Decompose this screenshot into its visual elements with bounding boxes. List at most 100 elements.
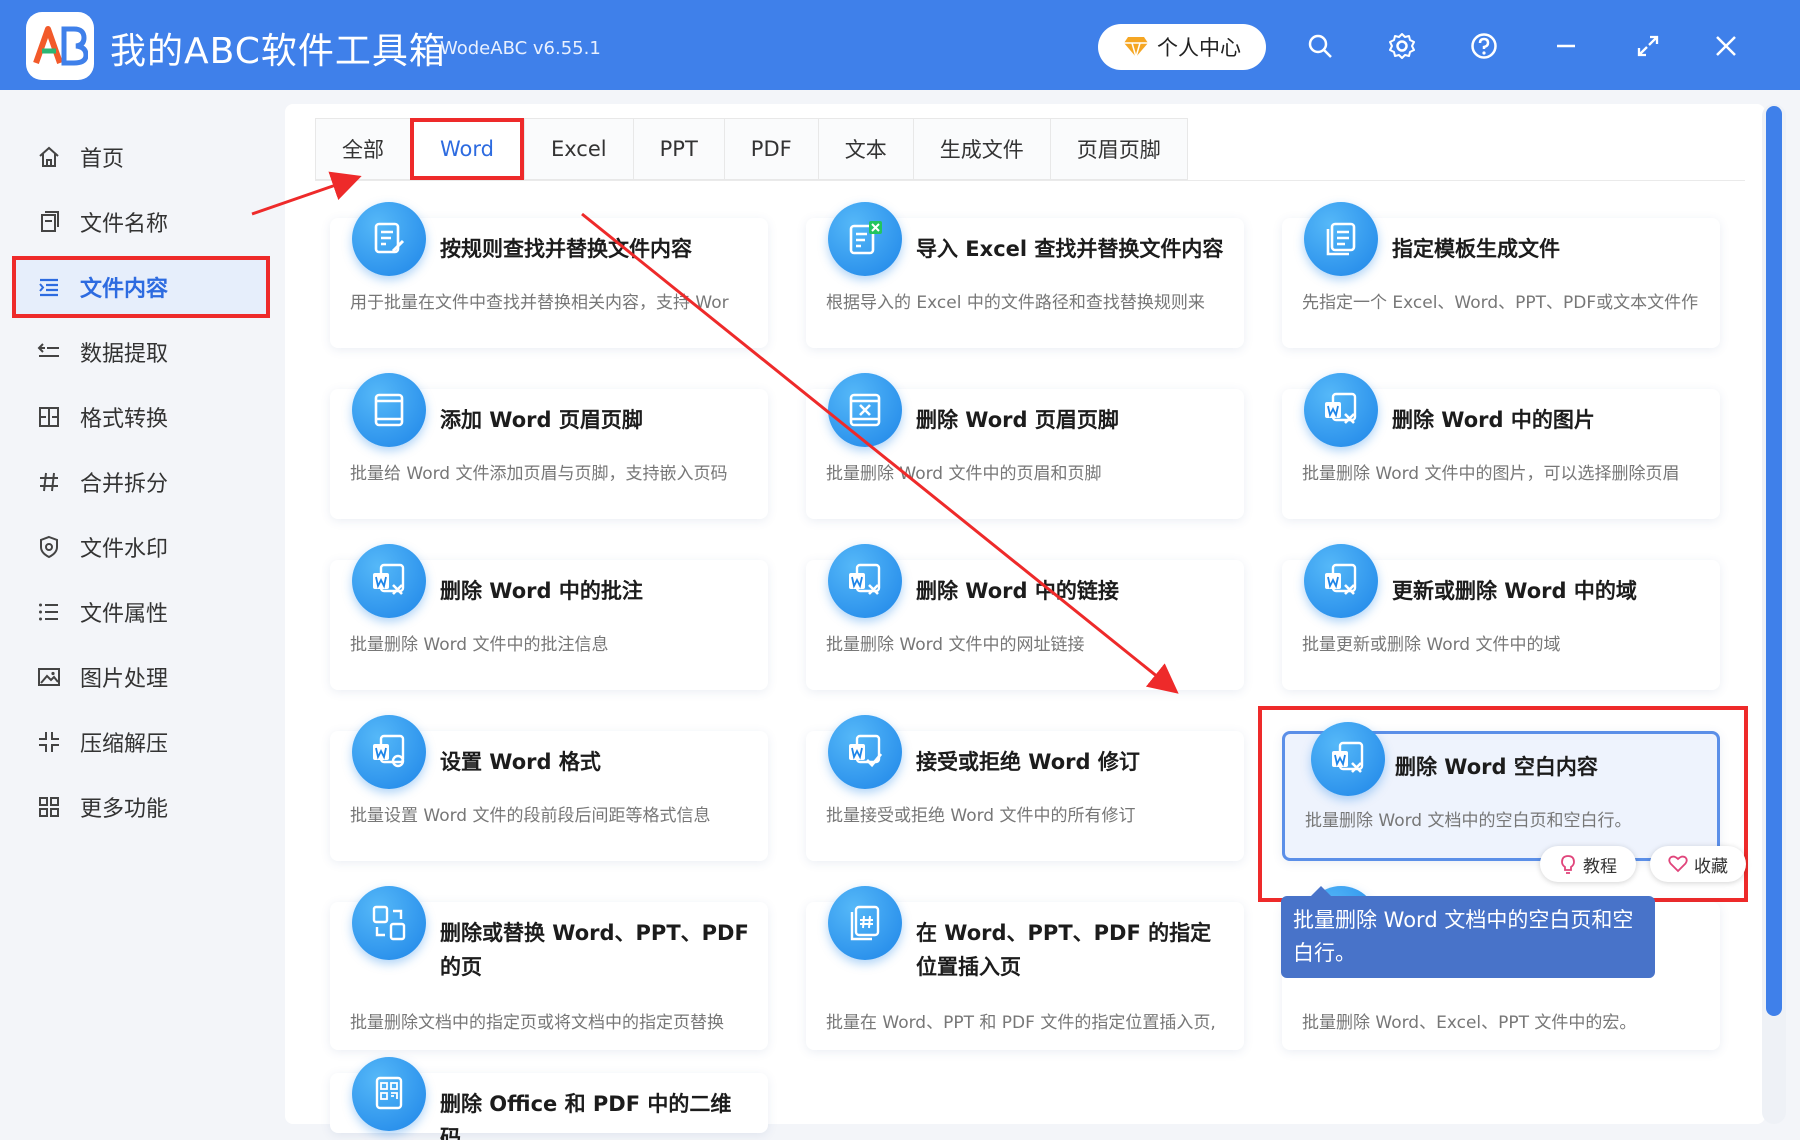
sidebar-item-file-content[interactable]: 文件内容 <box>12 256 270 318</box>
tab-excel[interactable]: Excel <box>523 118 633 180</box>
tool-card[interactable]: 删除 Word 中的图片 批量删除 Word 文件中的图片，可以选择删除页眉 <box>1282 373 1720 519</box>
card-title: 删除 Word 页眉页脚 <box>916 408 1119 432</box>
find-replace-icon <box>352 202 426 276</box>
tool-card[interactable]: 添加 Word 页眉页脚 批量给 Word 文件添加页眉与页脚，支持嵌入页码 <box>330 373 768 519</box>
sidebar-item-label: 文件名称 <box>80 212 169 237</box>
qrcode-icon <box>352 1057 426 1131</box>
card-title: 删除 Word 中的图片 <box>1392 408 1595 432</box>
sidebar-item-file-name[interactable]: 文件名称 <box>12 191 270 253</box>
card-title: 在 Word、PPT、PDF 的指定位置插入页 <box>916 921 1212 979</box>
watermark-icon <box>36 534 62 560</box>
card-title: 按规则查找并替换文件内容 <box>440 237 692 261</box>
sidebar-item-label: 压缩解压 <box>80 732 169 757</box>
sidebar-item-home[interactable]: 首页 <box>12 126 270 188</box>
word-delete-comment-icon <box>352 544 426 618</box>
sidebar-item-label: 文件水印 <box>80 537 169 562</box>
home-icon <box>36 144 62 170</box>
tool-card[interactable]: 删除或替换 Word、PPT、PDF 的页 批量删除文档中的指定页或将文档中的指… <box>330 886 768 1050</box>
card-description: 批量删除 Word、Excel、PPT 文件中的宏。 <box>1302 1013 1637 1033</box>
card-title: 导入 Excel 查找并替换文件内容 <box>916 237 1224 261</box>
search-icon[interactable] <box>1300 26 1340 66</box>
word-revision-icon <box>828 715 902 789</box>
card-description: 批量删除 Word 文件中的图片，可以选择删除页眉 <box>1302 464 1680 484</box>
help-icon[interactable] <box>1464 26 1504 66</box>
tab-generate-file[interactable]: 生成文件 <box>912 118 1050 180</box>
card-title: 设置 Word 格式 <box>440 750 601 774</box>
tab-pdf[interactable]: PDF <box>723 118 818 180</box>
tool-card[interactable]: 接受或拒绝 Word 修订 批量接受或拒绝 Word 文件中的所有修订 <box>806 715 1244 861</box>
sidebar-item-label: 文件内容 <box>80 277 169 302</box>
card-title: 删除 Word 中的批注 <box>440 579 643 603</box>
maximize-icon[interactable] <box>1628 26 1668 66</box>
tool-card[interactable]: 按规则查找并替换文件内容 用于批量在文件中查找并替换相关内容，支持 Wor <box>330 202 768 348</box>
tab-all[interactable]: 全部 <box>315 118 410 180</box>
more-icon <box>36 794 62 820</box>
sidebar-item-image[interactable]: 图片处理 <box>12 646 270 708</box>
app-logo <box>26 12 94 80</box>
card-title: 接受或拒绝 Word 修订 <box>916 750 1140 774</box>
card-title: 添加 Word 页眉页脚 <box>440 408 643 432</box>
tool-card[interactable]: 删除 Word 中的链接 批量删除 Word 文件中的网址链接 <box>806 544 1244 690</box>
file-content-icon <box>36 274 62 300</box>
user-center-label: 个人中心 <box>1157 36 1241 60</box>
sidebar-item-label: 首页 <box>80 147 125 172</box>
card-description: 用于批量在文件中查找并替换相关内容，支持 Wor <box>350 293 729 313</box>
tool-card[interactable]: 指定模板生成文件 先指定一个 Excel、Word、PPT、PDF或文本文件作 <box>1282 202 1720 348</box>
compress-icon <box>36 729 62 755</box>
page-insert-icon <box>828 886 902 960</box>
sidebar-item-merge-split[interactable]: 合并拆分 <box>12 451 270 513</box>
card-description: 批量删除 Word 文件中的批注信息 <box>350 635 609 655</box>
tab-text[interactable]: 文本 <box>817 118 913 180</box>
tool-card[interactable]: 在 Word、PPT、PDF 的指定位置插入页 批量在 Word、PPT 和 P… <box>806 886 1244 1050</box>
title-bar: 我的ABC软件工具箱 WodeABC v6.55.1 个人中心 <box>0 0 1800 90</box>
heart-icon <box>1668 855 1688 873</box>
card-description: 先指定一个 Excel、Word、PPT、PDF或文本文件作 <box>1302 293 1699 313</box>
sidebar-item-watermark[interactable]: 文件水印 <box>12 516 270 578</box>
tool-card[interactable]: 更新或删除 Word 中的域 批量更新或删除 Word 文件中的域 <box>1282 544 1720 690</box>
tooltip: 批量删除 Word 文档中的空白页和空白行。 <box>1281 886 1655 978</box>
sidebar-item-compress[interactable]: 压缩解压 <box>12 711 270 773</box>
tab-header-footer[interactable]: 页眉页脚 <box>1049 118 1188 180</box>
tab-word[interactable]: Word <box>410 118 524 180</box>
header-footer-add-icon <box>352 373 426 447</box>
scrollbar-thumb[interactable] <box>1766 106 1782 1016</box>
sidebar-item-file-properties[interactable]: 文件属性 <box>12 581 270 643</box>
sidebar-item-more[interactable]: 更多功能 <box>12 776 270 838</box>
gear-icon[interactable] <box>1382 26 1422 66</box>
close-icon[interactable] <box>1706 26 1746 66</box>
card-title: 删除或替换 Word、PPT、PDF 的页 <box>440 921 749 979</box>
sidebar-item-label: 格式转换 <box>80 407 169 432</box>
favorite-button[interactable]: 收藏 <box>1650 846 1746 882</box>
tool-card[interactable]: 删除 Word 页眉页脚 批量删除 Word 文件中的页眉和页脚 <box>806 373 1244 519</box>
category-tabs: 全部 Word Excel PPT PDF 文本 生成文件 页眉页脚 <box>315 118 1188 180</box>
tool-card[interactable]: 设置 Word 格式 批量设置 Word 文件的段前段后间距等格式信息 <box>330 715 768 861</box>
tool-card[interactable]: 删除 Office 和 PDF 中的二维码 <box>330 1057 768 1140</box>
card-description: 批量删除 Word 文件中的网址链接 <box>826 635 1085 655</box>
card-description: 批量设置 Word 文件的段前段后间距等格式信息 <box>350 806 711 826</box>
card-description: 批量删除 Word 文件中的页眉和页脚 <box>826 464 1102 484</box>
card-title: 删除 Office 和 PDF 中的二维码 <box>440 1092 732 1140</box>
sidebar-item-label: 合并拆分 <box>80 472 169 497</box>
tool-card[interactable]: 导入 Excel 查找并替换文件内容 根据导入的 Excel 中的文件路径和查找… <box>806 202 1244 348</box>
sidebar-item-label: 数据提取 <box>80 342 169 367</box>
word-delete-link-icon <box>828 544 902 618</box>
card-title: 删除 Word 中的链接 <box>916 579 1119 603</box>
tool-card[interactable]: 删除 Word 中的批注 批量删除 Word 文件中的批注信息 <box>330 544 768 690</box>
card-description: 批量在 Word、PPT 和 PDF 文件的指定位置插入页, <box>826 1013 1216 1033</box>
card-title: 指定模板生成文件 <box>1392 237 1560 261</box>
minimize-icon[interactable] <box>1546 26 1586 66</box>
user-center-button[interactable]: 个人中心 <box>1098 24 1266 70</box>
template-icon <box>1304 202 1378 276</box>
sidebar-item-format-convert[interactable]: 格式转换 <box>12 386 270 448</box>
tab-ppt[interactable]: PPT <box>632 118 724 180</box>
card-description: 批量更新或删除 Word 文件中的域 <box>1302 635 1561 655</box>
lightbulb-icon <box>1561 855 1575 874</box>
word-field-icon <box>1304 544 1378 618</box>
file-name-icon <box>36 209 62 235</box>
sidebar-item-data-extract[interactable]: 数据提取 <box>12 321 270 383</box>
merge-split-icon <box>36 469 62 495</box>
tutorial-button[interactable]: 教程 <box>1540 846 1636 882</box>
card-description: 根据导入的 Excel 中的文件路径和查找替换规则来 <box>826 293 1205 313</box>
app-version: WodeABC v6.55.1 <box>440 38 601 59</box>
card-description: 批量给 Word 文件添加页眉与页脚，支持嵌入页码 <box>350 464 728 484</box>
